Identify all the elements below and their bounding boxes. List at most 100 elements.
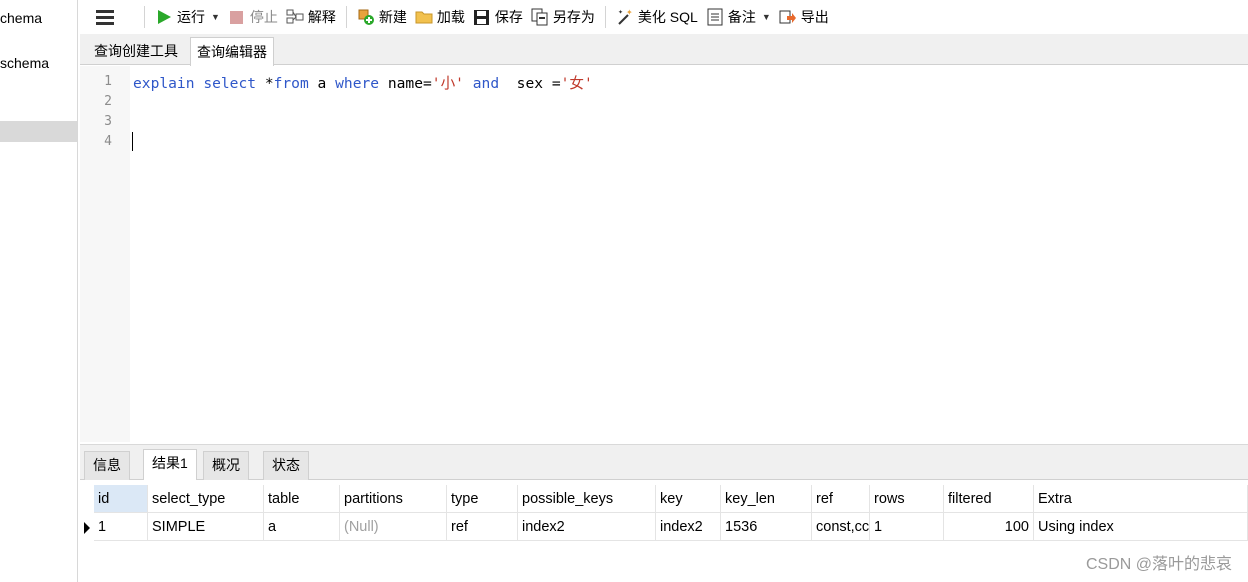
string-literal: '小' [431,75,464,92]
keyword-select: select [203,75,257,92]
tab-profile[interactable]: 概况 [203,451,249,480]
menu-button[interactable] [92,4,122,30]
keyword-explain: explain [133,75,195,92]
code-token: * [256,75,274,92]
toolbar-separator [345,6,347,28]
column-header[interactable]: possible_keys [518,485,656,513]
code-token: a [308,75,336,92]
line-number: 3 [104,114,112,129]
table-cell[interactable]: 1 [94,513,148,541]
column-header[interactable]: key [656,485,721,513]
column-header[interactable]: rows [870,485,944,513]
toolbar-separator [144,6,145,28]
column-header[interactable]: Extra [1034,485,1248,513]
table-cell[interactable]: 1536 [721,513,812,541]
load-label: 加载 [436,9,465,25]
code-token: sex = [499,75,561,92]
svg-text:✦: ✦ [618,9,623,16]
object-navigator: chema schema [0,0,78,582]
tab-result-1[interactable]: 结果1 [143,449,197,480]
run-dropdown-icon[interactable]: ▼ [211,12,220,22]
export-icon [779,8,797,26]
keyword-from: from [273,75,309,92]
table-cell[interactable]: 100 [944,513,1034,541]
column-header[interactable]: ref [812,485,870,513]
save-label: 保存 [494,9,523,25]
column-header[interactable]: select_type [148,485,264,513]
save-as-button[interactable]: 另存为 [527,4,599,30]
tab-status[interactable]: 状态 [263,451,309,480]
line-number: 2 [104,94,112,109]
column-header[interactable]: key_len [721,485,812,513]
table-cell[interactable]: const,cc [812,513,870,541]
svg-text:✦: ✦ [626,8,633,17]
sql-line-1: explain select *from a where name='小' an… [133,72,593,93]
line-number: 1 [104,74,112,89]
run-label: 运行 [177,9,205,25]
run-button[interactable]: 运行 ▼ [151,4,224,30]
column-header[interactable]: partitions [340,485,447,513]
results-tab-bar: 信息 结果1 概况 状态 [80,445,1248,480]
tab-query-editor[interactable]: 查询编辑器 [190,37,274,66]
keyword-where: where [335,75,380,92]
hamburger-icon [96,8,114,26]
line-number-gutter: 1 2 3 4 [80,66,130,442]
save-icon [473,8,491,26]
export-button[interactable]: 导出 [775,4,833,30]
save-as-icon [531,8,549,26]
explain-button[interactable]: 解释 [282,4,340,30]
line-number: 4 [104,134,112,149]
editor-tab-bar: 查询创建工具 查询编辑器 [80,34,1248,66]
sidebar-item-schema-1[interactable]: chema [0,10,42,26]
sidebar-item-schema-2[interactable]: schema [0,55,49,71]
save-button[interactable]: 保存 [469,4,527,30]
column-header[interactable]: type [447,485,518,513]
beautify-sql-button[interactable]: ✦ ✦ 美化 SQL [612,4,702,30]
table-row[interactable]: 1 SIMPLE a (Null) ref index2 index2 1536… [80,513,1248,541]
current-row-marker-icon [84,522,90,534]
table-cell[interactable]: ref [447,513,518,541]
note-icon [706,8,724,26]
stop-icon [228,8,246,26]
text-cursor [132,132,133,151]
stop-button[interactable]: 停止 [224,4,282,30]
table-cell[interactable]: (Null) [340,513,447,541]
load-button[interactable]: 加载 [411,4,469,30]
comment-dropdown-icon[interactable]: ▼ [762,12,771,22]
tab-query-builder[interactable]: 查询创建工具 [88,37,184,65]
explain-label: 解释 [307,9,336,25]
results-panel: 信息 结果1 概况 状态 id select_type table partit… [80,444,1248,582]
sidebar-selected-item[interactable] [0,121,77,142]
string-literal: '女' [560,75,593,92]
table-cell[interactable]: SIMPLE [148,513,264,541]
column-header[interactable]: id [94,485,148,513]
grid-header-row: id select_type table partitions type pos… [80,485,1248,513]
new-query-icon [357,8,375,26]
toolbar: 运行 ▼ 停止 解释 新建 加载 保存 另存为 ✦ ✦ 美化 SQL 备注 ▼ … [80,0,1248,34]
save-as-label: 另存为 [552,9,595,25]
table-cell[interactable]: 1 [870,513,944,541]
comment-label: 备注 [727,9,756,25]
toolbar-separator [604,6,606,28]
table-cell[interactable]: Using index [1034,513,1248,541]
folder-icon [415,8,433,26]
new-label: 新建 [378,9,407,25]
column-header[interactable]: filtered [944,485,1034,513]
table-cell[interactable]: index2 [518,513,656,541]
magic-wand-icon: ✦ ✦ [616,8,634,26]
sql-editor[interactable]: 1 2 3 4 explain select *from a where nam… [80,66,1248,442]
beautify-sql-label: 美化 SQL [637,9,698,25]
column-header[interactable]: table [264,485,340,513]
code-token: name= [379,75,432,92]
play-icon [155,8,173,26]
table-cell[interactable]: a [264,513,340,541]
watermark: CSDN @落叶的悲哀 [1085,556,1232,573]
stop-label: 停止 [249,9,278,25]
comment-button[interactable]: 备注 ▼ [702,4,775,30]
explain-icon [286,8,304,26]
keyword-and: and [472,75,500,92]
new-button[interactable]: 新建 [353,4,411,30]
tab-info[interactable]: 信息 [84,451,130,480]
table-cell[interactable]: index2 [656,513,721,541]
export-label: 导出 [800,9,829,25]
